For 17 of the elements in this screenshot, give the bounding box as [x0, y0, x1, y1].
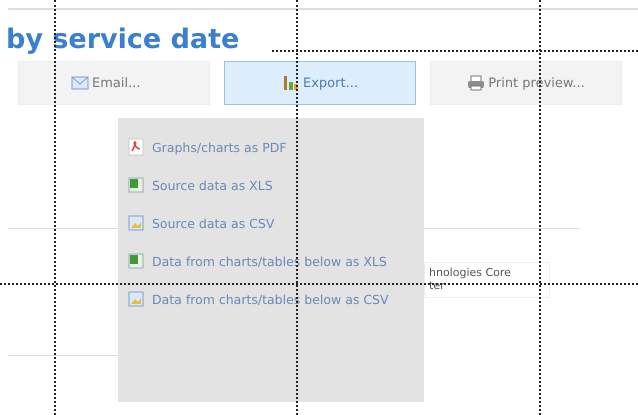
spreadsheet-icon: [128, 252, 144, 270]
email-button[interactable]: Email...: [18, 61, 210, 105]
envelope-icon: [71, 76, 89, 90]
printer-icon: [467, 75, 486, 91]
image-file-icon: [128, 214, 144, 232]
print-preview-button[interactable]: Print preview...: [430, 61, 622, 105]
menu-item[interactable]: Graphs/charts as PDF: [128, 128, 412, 166]
report-title: by service date: [6, 24, 240, 55]
export-button[interactable]: Export...: [224, 61, 416, 105]
pdf-icon: [128, 138, 144, 156]
image-file-icon: [128, 290, 144, 308]
menu-item[interactable]: Data from charts/tables below as CSV: [128, 280, 412, 318]
chart-icon: [282, 74, 300, 92]
menu-item[interactable]: Source data as CSV: [128, 204, 412, 242]
spreadsheet-icon: [128, 176, 144, 194]
menu-item[interactable]: Data from charts/tables below as XLS: [128, 242, 412, 280]
menu-item[interactable]: Source data as XLS: [128, 166, 412, 204]
